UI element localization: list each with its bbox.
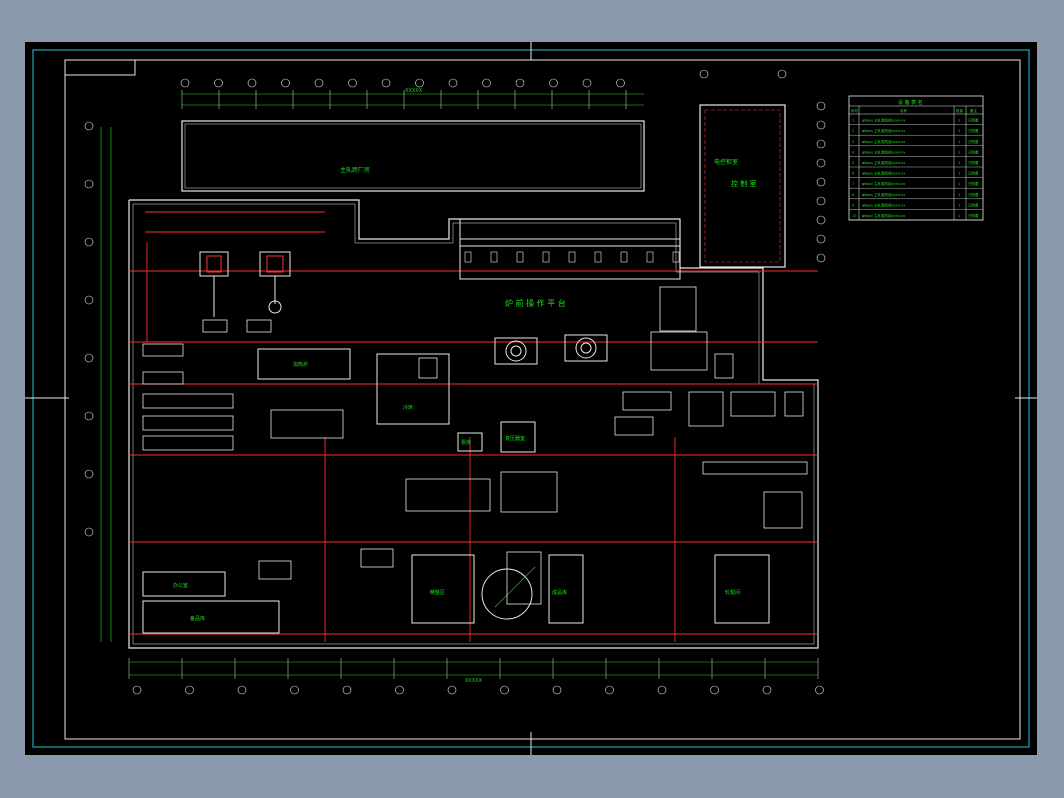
top-hall-outline bbox=[181, 120, 645, 192]
room-warehouse: 备品库 bbox=[142, 600, 280, 634]
table-row-name: φ6φxx 主轧辊机组xxxx-xx bbox=[862, 149, 905, 154]
table-row-no: 1 bbox=[852, 119, 854, 123]
table-row-name: φ6φxx 主轧辊机组xxxx-xx bbox=[862, 202, 905, 207]
room-office: 办公室 bbox=[142, 571, 226, 597]
table-row-name: φ6φxx 主轧辊机组xxxx-xx bbox=[862, 160, 905, 165]
table-row-qty: 1 bbox=[958, 172, 960, 176]
rolling-stand-1 bbox=[199, 251, 229, 317]
table-row-no: 8 bbox=[852, 193, 854, 197]
col-qty: 数量 bbox=[956, 108, 964, 113]
control-room-title: 电控柜室 bbox=[714, 158, 738, 166]
table-row-note: 已购置 bbox=[968, 118, 979, 123]
furnace-platform-top bbox=[459, 218, 681, 280]
table-row-note: 已购置 bbox=[968, 149, 979, 154]
table-row-note: 已购置 bbox=[968, 192, 979, 197]
table-row-qty: 1 bbox=[958, 203, 960, 207]
cad-drawing-sheet: 主轧跨厂房 XXXXX 电控柜室 控 制 室 炉 前 操 作 平 台 加热炉 冷… bbox=[25, 42, 1037, 755]
table-row-qty: 1 bbox=[958, 129, 960, 133]
svg-text:备品库: 备品库 bbox=[190, 615, 205, 622]
room-transformer: 变压器室 bbox=[500, 421, 536, 453]
corner-tag bbox=[64, 59, 136, 76]
svg-text:办公室: 办公室 bbox=[173, 582, 188, 589]
room-roll-shop: 轧辊间 bbox=[714, 554, 770, 624]
room-cooling-bed: 冷床 bbox=[376, 353, 450, 425]
table-row-note: 已购置 bbox=[968, 181, 979, 186]
table-row-no: 9 bbox=[852, 203, 854, 207]
table-row-no: 4 bbox=[852, 150, 855, 154]
table-heading: 设 备 表 名 bbox=[898, 99, 923, 106]
table-row-no: 7 bbox=[852, 182, 854, 186]
table-row-qty: 1 bbox=[958, 140, 960, 144]
furnace-machine-2 bbox=[564, 334, 608, 362]
table-row-qty: 1 bbox=[958, 119, 960, 123]
svg-text:变压器室: 变压器室 bbox=[505, 435, 525, 442]
table-row-qty: 1 bbox=[958, 161, 960, 165]
col-name: 名称 bbox=[900, 108, 908, 113]
table-row-no: 10 bbox=[852, 214, 856, 218]
table-row-qty: 1 bbox=[958, 150, 960, 154]
svg-text:轧辊间: 轧辊间 bbox=[725, 589, 740, 596]
table-row-no: 6 bbox=[852, 172, 854, 176]
table-row-note: 已购置 bbox=[968, 213, 979, 218]
col-no: 序号 bbox=[851, 108, 859, 113]
table-row-name: φ6φxx 主轧辊机组xxxx-xx bbox=[862, 213, 905, 218]
svg-text:泵房: 泵房 bbox=[461, 439, 471, 446]
table-row-name: φ6φxx 主轧辊机组xxxx-xx bbox=[862, 192, 905, 197]
svg-text:加热炉: 加热炉 bbox=[293, 361, 308, 368]
table-row-name: φ6φxx 主轧辊机组xxxx-xx bbox=[862, 139, 905, 144]
table-row-note: 已购置 bbox=[968, 139, 979, 144]
table-row-name: φ6φxx 主轧辊机组xxxx-xx bbox=[862, 171, 905, 176]
top-hall-label: 主轧跨厂房 bbox=[340, 166, 370, 174]
table-row-no: 2 bbox=[852, 129, 854, 133]
rolling-stand-2 bbox=[259, 251, 291, 314]
table-row-qty: 1 bbox=[958, 182, 960, 186]
table-row-name: φ6φxx 主轧辊机组xxxx-xx bbox=[862, 181, 905, 186]
platform-label: 炉 前 操 作 平 台 bbox=[505, 298, 566, 308]
table-row-note: 已购置 bbox=[968, 160, 979, 165]
top-total-dim: XXXXX bbox=[405, 88, 423, 94]
floor-plan-svg: 主轧跨厂房 XXXXX 电控柜室 控 制 室 炉 前 操 作 平 台 加热炉 冷… bbox=[25, 42, 1037, 755]
table-row-no: 3 bbox=[852, 140, 854, 144]
svg-text:成品库: 成品库 bbox=[552, 589, 567, 596]
table-row-note: 已购置 bbox=[968, 128, 979, 133]
table-row-qty: 1 bbox=[958, 214, 960, 218]
equipment-table: 设 备 表 名 序号 名称 数量 备注 1 φ6φxx 主轧辊机组xxxx-xx 1… bbox=[848, 95, 984, 221]
table-row-note: 已购置 bbox=[968, 171, 979, 176]
table-row-qty: 1 bbox=[958, 193, 960, 197]
svg-text:精整区: 精整区 bbox=[430, 589, 445, 596]
control-room-label: 控 制 室 bbox=[731, 179, 756, 188]
table-row-note: 已购置 bbox=[968, 202, 979, 207]
room-heating-furnace: 加热炉 bbox=[257, 348, 351, 380]
table-row-name: φ6φxx 主轧辊机组xxxx-xx bbox=[862, 128, 905, 133]
svg-text:冷床: 冷床 bbox=[403, 404, 413, 411]
col-note: 备注 bbox=[970, 108, 978, 113]
room-storage: 成品库 bbox=[548, 554, 584, 624]
table-row-no: 5 bbox=[852, 161, 854, 165]
room-finishing: 精整区 bbox=[411, 554, 475, 624]
table-row-name: φ6φxx 主轧辊机组xxxx-xx bbox=[862, 118, 905, 123]
bottom-total-dim: XXXXX bbox=[465, 678, 483, 684]
